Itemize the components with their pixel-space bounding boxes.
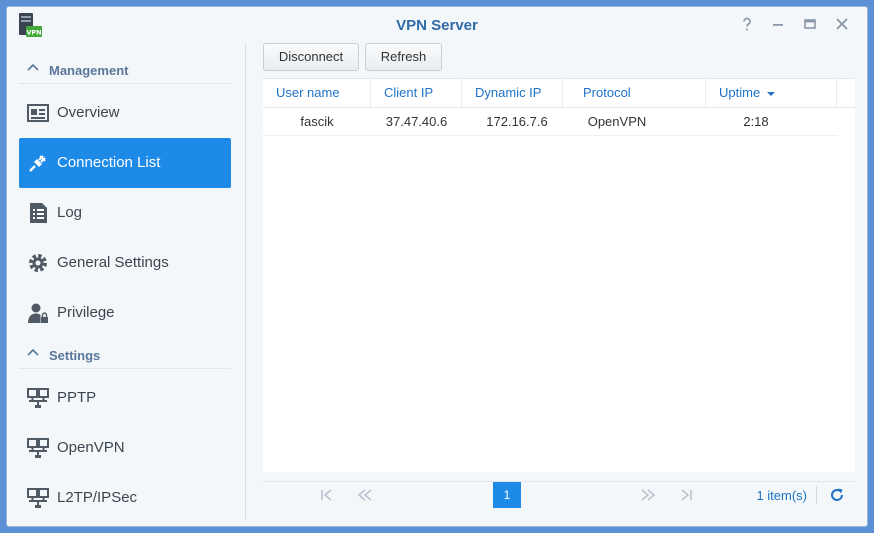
sidebar-item-l2tp-ipsec[interactable]: L2TP/IPSec: [19, 473, 231, 523]
refresh-icon[interactable]: [829, 487, 845, 503]
sidebar-item-label: General Settings: [57, 254, 169, 271]
column-header-user-name[interactable]: User name: [263, 79, 371, 107]
sidebar-item-openvpn[interactable]: OpenVPN: [19, 423, 231, 473]
sidebar-item-overview[interactable]: Overview: [19, 88, 231, 138]
pagination-bar: 1 1 item(s): [263, 481, 855, 510]
table-row[interactable]: fascik 37.47.40.6 172.16.7.6 OpenVPN 2:1…: [263, 108, 838, 136]
cell-dynamic-ip: 172.16.7.6: [486, 114, 548, 129]
cell-user-name: fascik: [300, 114, 334, 129]
sidebar-item-label: Connection List: [57, 154, 161, 171]
sidebar: Management Overview Connection List Log …: [7, 43, 245, 526]
help-icon[interactable]: [739, 16, 755, 32]
pager-divider: [816, 486, 817, 504]
cell-client-ip: 37.47.40.6: [385, 114, 448, 129]
cell-protocol: OpenVPN: [587, 114, 647, 129]
item-count: 1 item(s): [756, 488, 807, 503]
next-page-icon[interactable]: [639, 487, 657, 505]
last-page-icon[interactable]: [677, 487, 695, 505]
sidebar-divider: [245, 43, 246, 520]
disconnect-button[interactable]: Disconnect: [263, 43, 359, 71]
column-header-protocol[interactable]: Protocol: [563, 79, 706, 107]
sidebar-item-privilege[interactable]: Privilege: [19, 288, 231, 338]
network-icon: [27, 388, 49, 408]
plug-icon: [29, 155, 46, 172]
minimize-icon[interactable]: [770, 16, 786, 32]
sidebar-item-label: Overview: [57, 104, 120, 121]
sidebar-item-label: PPTP: [57, 389, 97, 406]
page-number-button[interactable]: 1: [493, 482, 521, 508]
sidebar-item-label: Log: [57, 204, 83, 221]
section-settings[interactable]: Settings: [19, 342, 231, 369]
sidebar-item-label: L2TP/IPSec: [57, 489, 138, 506]
column-header-client-ip[interactable]: Client IP: [371, 79, 462, 107]
sort-desc-icon: [766, 92, 775, 96]
sidebar-item-label: OpenVPN: [57, 439, 125, 456]
window-title: VPN Server: [396, 17, 478, 34]
main-panel: Disconnect Refresh User name Client IP D…: [255, 43, 859, 518]
table-header: User name Client IP Dynamic IP Protocol …: [263, 79, 855, 108]
column-header-dynamic-ip[interactable]: Dynamic IP: [462, 79, 563, 107]
connection-table: User name Client IP Dynamic IP Protocol …: [263, 78, 855, 472]
sidebar-item-general-settings[interactable]: General Settings: [19, 238, 231, 288]
section-label: Settings: [49, 348, 101, 363]
sidebar-item-connection-list[interactable]: Connection List: [19, 138, 231, 188]
gear-icon: [29, 254, 47, 272]
network-icon: [27, 438, 49, 458]
section-label: Management: [49, 63, 129, 78]
close-icon[interactable]: [834, 16, 850, 32]
overview-icon: [27, 104, 49, 122]
first-page-icon[interactable]: [318, 487, 336, 505]
sidebar-item-pptp[interactable]: PPTP: [19, 373, 231, 423]
section-management[interactable]: Management: [19, 57, 231, 84]
network-icon: [27, 488, 49, 508]
column-header-uptime[interactable]: Uptime: [706, 79, 837, 107]
chevron-up-icon: [27, 63, 39, 71]
refresh-button[interactable]: Refresh: [365, 43, 442, 71]
column-header-uptime-label: Uptime: [719, 85, 761, 100]
log-icon: [30, 203, 47, 223]
sidebar-item-label: Privilege: [57, 304, 115, 321]
previous-page-icon[interactable]: [356, 487, 374, 505]
cell-uptime: 2:18: [743, 114, 769, 129]
sidebar-item-log[interactable]: Log: [19, 188, 231, 238]
user-lock-icon: [28, 303, 48, 323]
maximize-icon[interactable]: [802, 16, 818, 32]
vpn-server-window: VPN VPN Server Management Overview Conne…: [6, 6, 868, 527]
titlebar[interactable]: VPN VPN Server: [7, 7, 867, 43]
chevron-up-icon: [27, 348, 39, 356]
